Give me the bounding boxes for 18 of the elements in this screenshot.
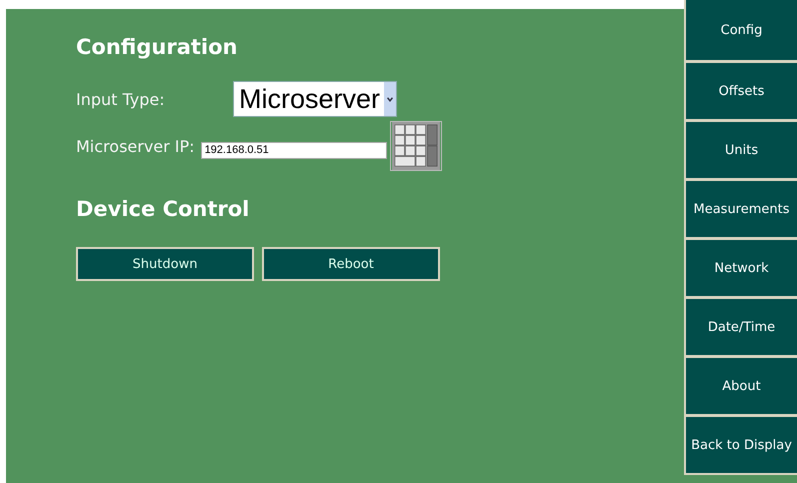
device-button[interactable]: Reboot bbox=[262, 247, 440, 281]
section-heading: Configuration bbox=[76, 35, 238, 61]
nav-button[interactable]: About bbox=[684, 356, 797, 416]
caret-icon bbox=[384, 82, 396, 116]
nav-button[interactable]: Date/Time bbox=[684, 297, 797, 357]
field-label: Input Type: bbox=[76, 90, 166, 108]
nav-button[interactable]: Units bbox=[684, 120, 797, 180]
keypad-icon[interactable] bbox=[390, 121, 442, 171]
nav-button[interactable]: Config bbox=[684, 0, 797, 62]
field-label: Microserver IP: bbox=[76, 136, 195, 156]
nav-button[interactable]: Back to Display bbox=[684, 415, 797, 475]
ip-input-field[interactable]: 192.168.0.51 bbox=[200, 142, 387, 158]
device-button[interactable]: Shutdown bbox=[76, 247, 254, 281]
nav-button[interactable]: Network bbox=[684, 238, 797, 298]
input-type-dropdown[interactable]: Microserver bbox=[233, 81, 398, 117]
nav-button[interactable]: Offsets bbox=[684, 61, 797, 121]
nav-button[interactable]: Measurements bbox=[684, 179, 797, 239]
section-heading: Device Control bbox=[76, 197, 250, 223]
